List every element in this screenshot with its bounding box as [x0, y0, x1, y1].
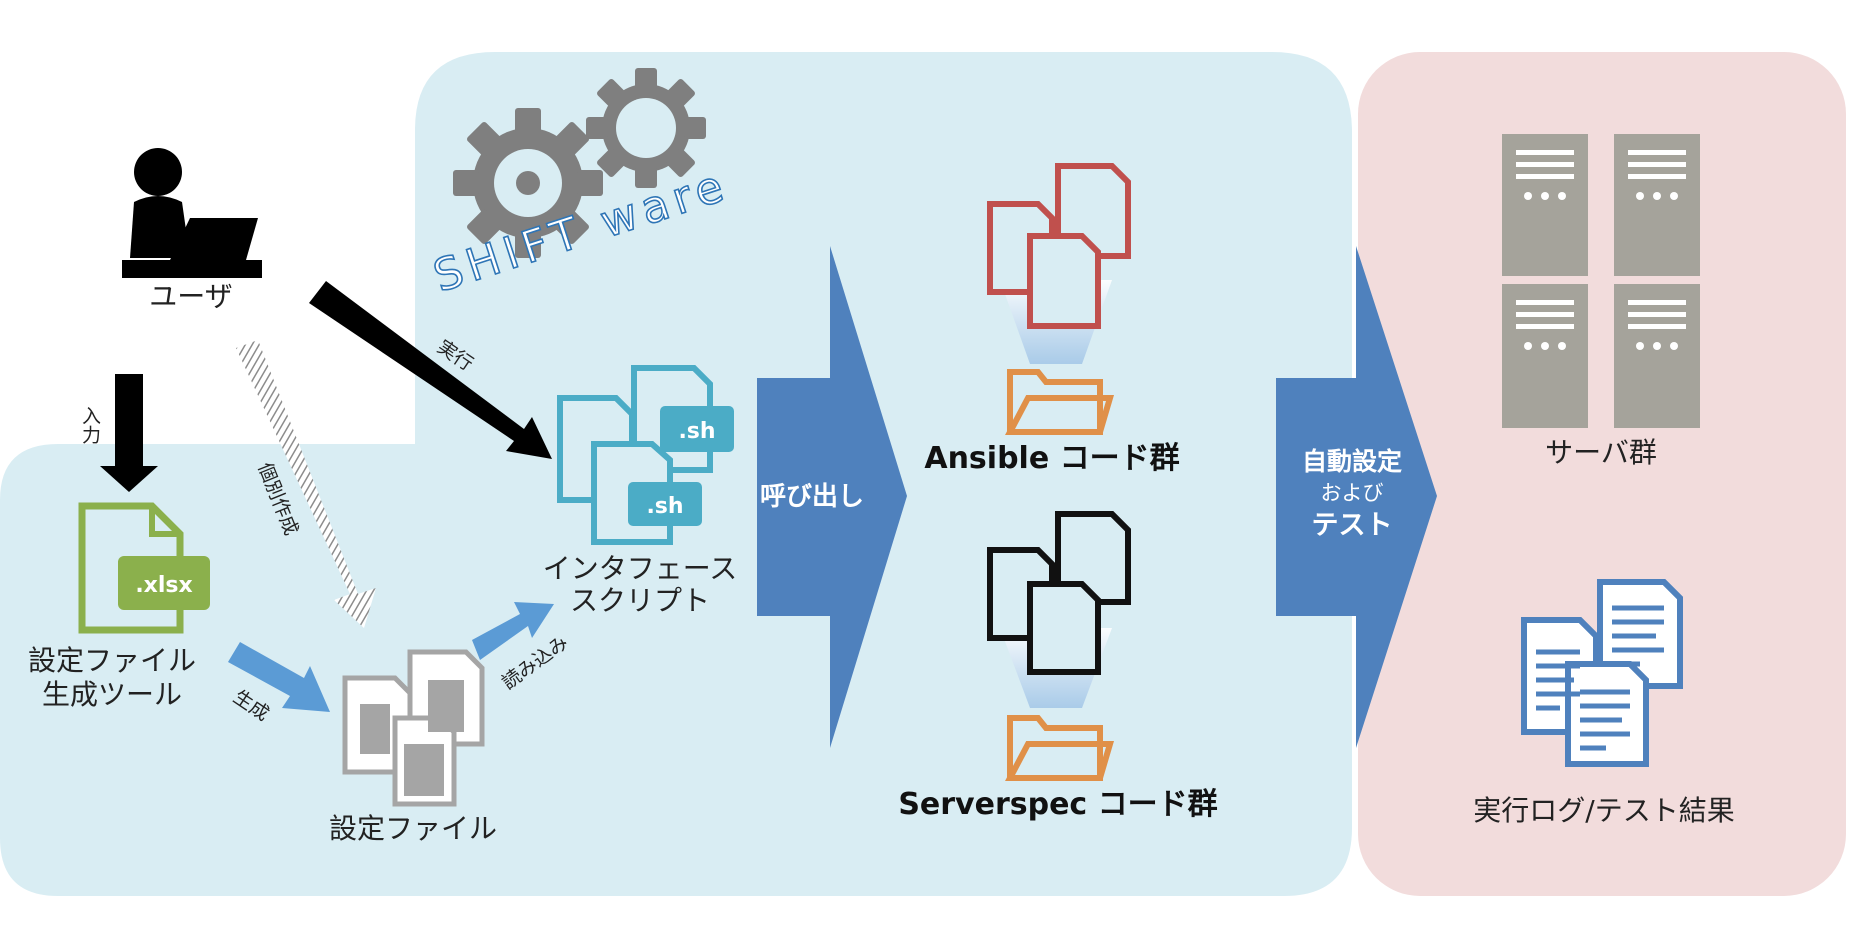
config-label: 設定ファイル	[329, 812, 497, 845]
interface-label-line2: スクリプト	[570, 584, 710, 617]
logs-label: 実行ログ/テスト結果	[1473, 794, 1734, 827]
sh-badge-1: .sh	[678, 419, 715, 444]
sh-badge-2: .sh	[646, 494, 683, 519]
auto-label-line1: 自動設定	[1302, 447, 1402, 476]
input-label: 入力	[79, 406, 101, 444]
target-region	[1358, 52, 1846, 896]
ansible-label: Ansible コード群	[924, 441, 1179, 476]
tool-label-line2: 生成ツール	[42, 678, 182, 711]
call-label: 呼び出し	[760, 482, 864, 512]
serverspec-label: Serverspec コード群	[898, 787, 1217, 822]
auto-label-line3: テスト	[1312, 510, 1393, 541]
user-label: ユーザ	[149, 280, 232, 313]
tool-label-line1: 設定ファイル	[28, 644, 196, 677]
user-at-desk-icon	[122, 148, 262, 278]
xlsx-badge: .xlsx	[135, 573, 192, 598]
auto-label-line2: および	[1321, 481, 1384, 505]
interface-label-line1: インタフェース	[543, 552, 738, 585]
servers-label: サーバ群	[1545, 436, 1657, 469]
